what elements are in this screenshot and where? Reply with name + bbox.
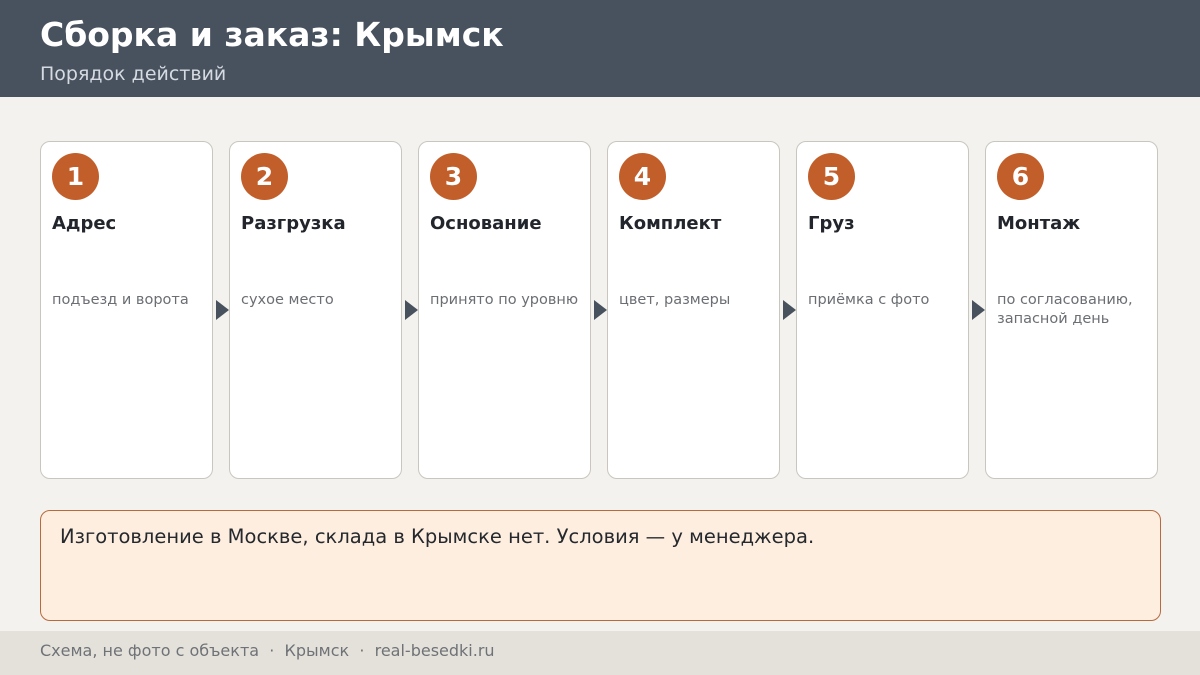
step-title: Основание: [430, 213, 542, 234]
arrow-right-icon: [972, 300, 985, 320]
footer-text: Схема, не фото с объекта · Крымск · real…: [40, 641, 495, 660]
step-number-badge: 2: [241, 153, 288, 200]
step-number-badge: 5: [808, 153, 855, 200]
arrow-right-icon: [594, 300, 607, 320]
step-number-badge: 1: [52, 153, 99, 200]
step-title: Комплект: [619, 213, 722, 234]
footer-bar: Схема, не фото с объекта · Крымск · real…: [0, 631, 1200, 675]
page-title: Сборка и заказ: Крымск: [40, 15, 504, 54]
step-number-badge: 4: [619, 153, 666, 200]
header-bar: Сборка и заказ: Крымск Порядок действий: [0, 0, 1200, 97]
info-note-box: Изготовление в Москве, склада в Крымске …: [40, 510, 1161, 621]
step-number-badge: 6: [997, 153, 1044, 200]
step-card-2: 2 Разгрузка сухое место: [229, 141, 402, 479]
step-card-1: 1 Адрес подъезд и ворота: [40, 141, 213, 479]
step-description: принято по уровню: [430, 292, 579, 308]
step-description: цвет, размеры: [619, 292, 731, 308]
step-card-5: 5 Груз приёмка с фото: [796, 141, 969, 479]
step-number-badge: 3: [430, 153, 477, 200]
step-description: по согласованию, запасной день: [997, 292, 1133, 327]
step-title: Груз: [808, 213, 855, 234]
arrow-right-icon: [783, 300, 796, 320]
step-card-6: 6 Монтаж по согласованию, запасной день: [985, 141, 1158, 479]
step-card-4: 4 Комплект цвет, размеры: [607, 141, 780, 479]
step-title: Монтаж: [997, 213, 1081, 234]
arrow-right-icon: [405, 300, 418, 320]
step-description: сухое место: [241, 292, 334, 308]
page-subtitle: Порядок действий: [40, 63, 227, 85]
arrow-right-icon: [216, 300, 229, 320]
step-title: Разгрузка: [241, 213, 346, 234]
step-description: подъезд и ворота: [52, 292, 189, 308]
info-note-text: Изготовление в Москве, склада в Крымске …: [60, 525, 815, 548]
step-title: Адрес: [52, 213, 117, 234]
step-card-3: 3 Основание принято по уровню: [418, 141, 591, 479]
step-description: приёмка с фото: [808, 292, 930, 308]
